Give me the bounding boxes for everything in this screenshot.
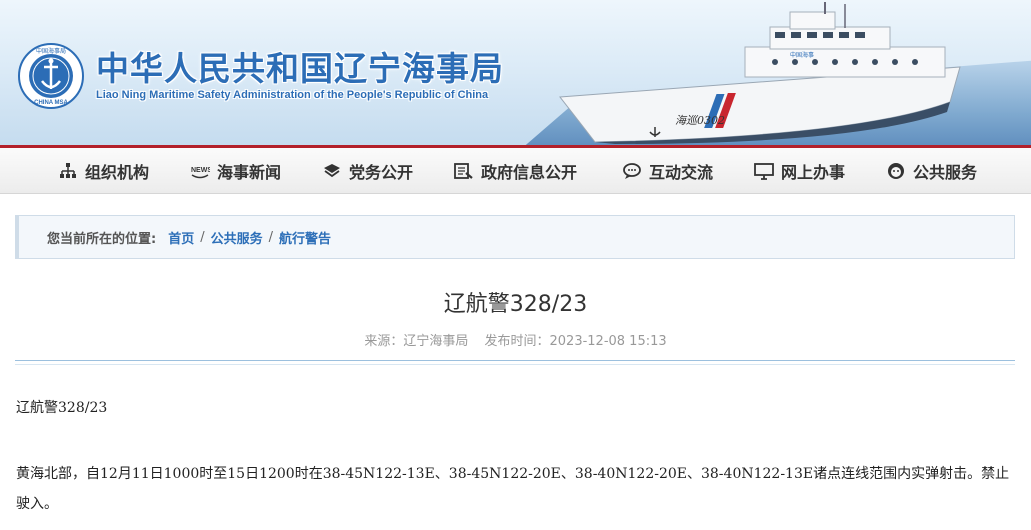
header-banner: 中国海事局 CHINA MSA 中华人民共和国辽宁海事局 Liao Ning M… bbox=[0, 0, 1031, 145]
breadcrumb-prefix: 您当前所在的位置: bbox=[47, 231, 157, 247]
ship-hull-text: 中国海事 bbox=[790, 51, 814, 59]
nav-label: 组织机构 bbox=[85, 163, 150, 182]
article-meta: 来源：辽宁海事局 发布时间：2023-12-08 15:13 bbox=[0, 330, 1031, 349]
article-source: 来源：辽宁海事局 bbox=[364, 334, 469, 349]
article-paragraph: 黄海北部，自12月11日1000时至15日1200时在38-45N122-13E… bbox=[16, 466, 1010, 512]
nav-label: 政府信息公开 bbox=[481, 163, 578, 182]
nav-label: 海事新闻 bbox=[217, 163, 282, 182]
ship-number-text: 海巡0302 bbox=[675, 114, 725, 127]
breadcrumb-link-public-service[interactable]: 公共服务 bbox=[211, 228, 263, 247]
china-msa-emblem-icon: 中国海事局 CHINA MSA bbox=[18, 43, 84, 109]
news-icon: NEWS bbox=[190, 161, 210, 181]
nav-item-interaction[interactable]: 互动交流 bbox=[622, 148, 713, 194]
breadcrumb-separator: / bbox=[200, 229, 205, 245]
article-title: 辽航警328/23 bbox=[443, 292, 588, 317]
nav-label: 党务公开 bbox=[349, 163, 414, 182]
nav-item-party[interactable]: 党务公开 bbox=[322, 148, 413, 194]
breadcrumb-link-home[interactable]: 首页 bbox=[168, 228, 194, 247]
breadcrumb-separator: / bbox=[268, 229, 274, 245]
nav-item-news[interactable]: NEWS 海事新闻 bbox=[190, 148, 281, 194]
nav-label: 公共服务 bbox=[913, 163, 978, 182]
emblem-top-text: 中国海事局 bbox=[36, 47, 66, 55]
nav-item-public-service[interactable]: 公共服务 bbox=[886, 148, 977, 194]
breadcrumb: 您当前所在的位置: 首页 / 公共服务 / 航行警告 bbox=[15, 215, 1015, 259]
nav-item-online-service[interactable]: 网上办事 bbox=[754, 148, 845, 194]
article-paragraph: 辽航警328/23 bbox=[16, 400, 108, 416]
monitor-icon bbox=[754, 161, 774, 181]
nav-item-organization[interactable]: 组织机构 bbox=[58, 148, 149, 194]
document-icon bbox=[454, 161, 474, 181]
patrol-ship-image: 中国海事 海巡0302 bbox=[559, 2, 961, 144]
main-nav: 组织机构 NEWS 海事新闻 党务公开 政府信息公开 互动交流 网上办事 公共服… bbox=[0, 148, 1031, 194]
chat-icon bbox=[622, 161, 642, 181]
article-divider bbox=[15, 360, 1015, 365]
org-chart-icon bbox=[58, 161, 78, 181]
svg-text:NEWS: NEWS bbox=[191, 167, 210, 174]
nav-label: 互动交流 bbox=[649, 163, 714, 182]
emblem-bottom-text: CHINA MSA bbox=[34, 100, 68, 106]
person-icon bbox=[886, 161, 906, 181]
site-title: 中华人民共和国辽宁海事局 bbox=[96, 49, 504, 88]
nav-item-gov-info[interactable]: 政府信息公开 bbox=[454, 148, 577, 194]
breadcrumb-link-navigation-warning[interactable]: 航行警告 bbox=[279, 228, 331, 247]
site-title-english: Liao Ning Maritime Safety Administration… bbox=[96, 89, 489, 101]
book-icon bbox=[322, 161, 342, 181]
article-publish-time: 发布时间：2023-12-08 15:13 bbox=[484, 334, 667, 349]
nav-label: 网上办事 bbox=[781, 163, 846, 182]
